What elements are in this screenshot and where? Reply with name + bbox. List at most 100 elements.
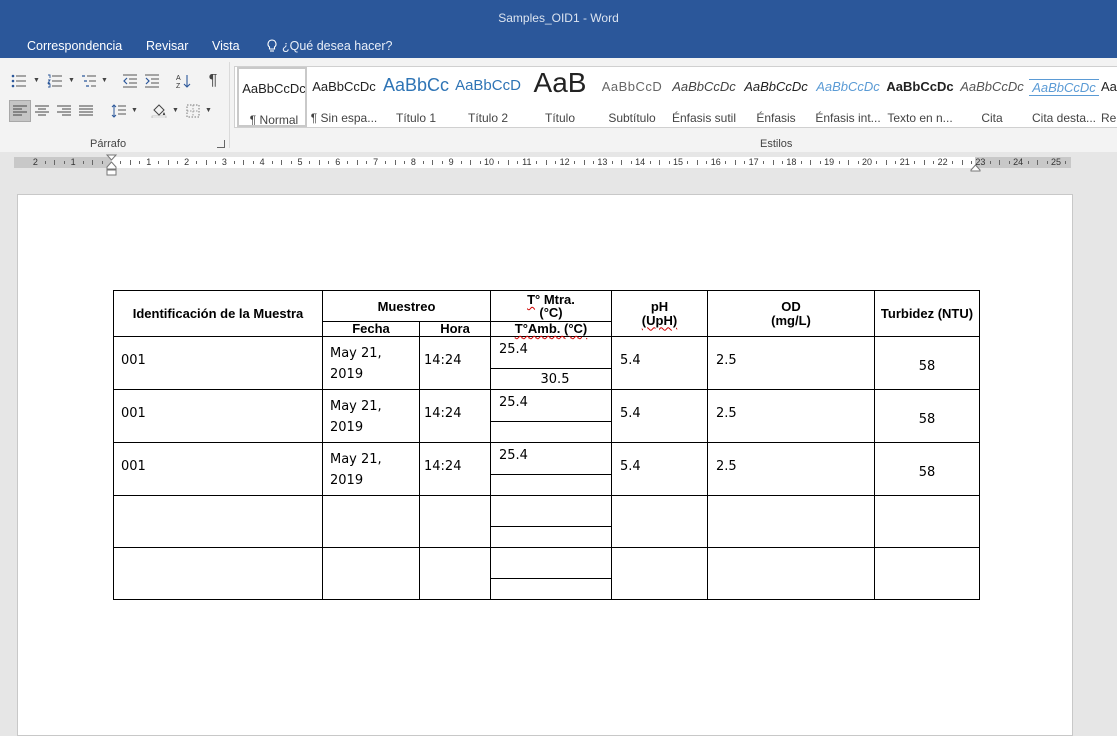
temp-muestra-cell[interactable]: 25.4 (491, 443, 611, 475)
cell-hora[interactable]: 14:24 (419, 442, 491, 496)
ruler-track: 2 1 1 2 3 4 5 6 7 8 9 10 11 12 13 14 15 16 17 18 19 20 21 22 23 2… (14, 157, 1071, 168)
right-indent-marker-icon[interactable] (970, 159, 981, 177)
style-subtitulo[interactable]: AaBbCcD Subtítulo (597, 67, 667, 127)
cell-ph[interactable]: 5.4 (611, 442, 708, 496)
style-enfasis-intenso[interactable]: AaBbCcDc Énfasis int... (813, 67, 883, 127)
horizontal-ruler[interactable]: 2 1 1 2 3 4 5 6 7 8 9 10 11 12 13 14 15 16 17 18 19 20 21 22 23 2… (0, 152, 1117, 176)
chevron-down-icon[interactable]: ▼ (131, 107, 138, 114)
cell-turbidez[interactable] (874, 547, 980, 600)
cell-hora[interactable] (419, 495, 491, 548)
temp-ambiente-cell[interactable] (491, 527, 611, 547)
ruler-tick (281, 160, 283, 165)
cell-turbidez[interactable]: 58 (874, 336, 980, 390)
header-temp-muestra[interactable]: TT° Mtra.T° Mtra. (°C) (490, 290, 612, 322)
cell-id[interactable] (113, 547, 323, 600)
decrease-indent-button[interactable] (119, 70, 141, 92)
cell-fecha[interactable] (322, 495, 420, 548)
sort-button[interactable]: AZ (172, 70, 194, 92)
chevron-down-icon[interactable]: ▼ (33, 77, 40, 84)
line-spacing-button[interactable] (108, 100, 130, 122)
chevron-down-icon[interactable]: ▼ (68, 77, 75, 84)
multilevel-list-button[interactable] (78, 70, 100, 92)
cell-od[interactable]: 2.5 (707, 442, 875, 496)
cell-ph[interactable]: 5.4 (611, 336, 708, 390)
cell-fecha[interactable]: May 21, 2019 (322, 442, 420, 496)
header-ph[interactable]: pH (UpH) (611, 290, 708, 337)
header-temp-ambiente[interactable]: T°Amb. (°C) (490, 321, 612, 337)
cell-turbidez[interactable]: 58 (874, 389, 980, 443)
style-texto-en-negrita[interactable]: AaBbCcDc Texto en n... (885, 67, 955, 127)
header-hora[interactable]: Hora (419, 321, 491, 337)
chevron-down-icon[interactable]: ▼ (205, 107, 212, 114)
cell-temperatura[interactable]: 25.4 (490, 442, 612, 496)
header-od[interactable]: OD (mg/L) (707, 290, 875, 337)
samples-table[interactable]: Identificación de la Muestra Muestreo TT… (113, 290, 980, 600)
header-turbidez[interactable]: Turbidez (NTU) (874, 290, 980, 337)
cell-od[interactable] (707, 495, 875, 548)
temp-ambiente-cell[interactable] (491, 475, 611, 495)
chevron-down-icon[interactable]: ▼ (172, 107, 179, 114)
justify-button[interactable] (75, 100, 97, 122)
numbering-button[interactable] (44, 70, 66, 92)
cell-fecha[interactable]: May 21, 2019 (322, 336, 420, 390)
cell-ph[interactable] (611, 547, 708, 600)
cell-hora[interactable]: 14:24 (419, 336, 491, 390)
style-titulo[interactable]: AaB Título (525, 67, 595, 127)
cell-ph[interactable] (611, 495, 708, 548)
increase-indent-button[interactable] (141, 70, 163, 92)
document-page[interactable]: Identificación de la Muestra Muestreo TT… (17, 194, 1073, 736)
style-titulo-2[interactable]: AaBbCcD Título 2 (453, 67, 523, 127)
cell-id[interactable] (113, 495, 323, 548)
temp-ambiente-cell[interactable]: 30.5 (491, 369, 611, 389)
temp-ambiente-cell[interactable] (491, 422, 611, 442)
style-cita[interactable]: AaBbCcDc Cita (957, 67, 1027, 127)
style-referencia[interactable]: AaBbCcDc Re (1101, 67, 1117, 127)
cell-temperatura[interactable]: 25.4 30.5 (490, 336, 612, 390)
header-fecha[interactable]: Fecha (322, 321, 420, 337)
cell-temperatura[interactable] (490, 547, 612, 600)
temp-ambiente-cell[interactable] (491, 579, 611, 599)
cell-fecha[interactable]: May 21, 2019 (322, 389, 420, 443)
bullets-button[interactable] (8, 70, 30, 92)
style-enfasis[interactable]: AaBbCcDc Énfasis (741, 67, 811, 127)
show-formatting-button[interactable]: ¶ (202, 70, 224, 92)
cell-id[interactable]: 001 (113, 336, 323, 390)
tab-vista[interactable]: Vista (212, 39, 240, 53)
cell-temperatura[interactable]: 25.4 (490, 389, 612, 443)
style-normal[interactable]: AaBbCcDc ¶ Normal (237, 67, 307, 127)
temp-muestra-cell[interactable] (491, 548, 611, 579)
cell-ph[interactable]: 5.4 (611, 389, 708, 443)
align-left-button[interactable] (9, 100, 31, 122)
cell-turbidez[interactable] (874, 495, 980, 548)
temp-muestra-cell[interactable]: 25.4 (491, 390, 611, 422)
cell-fecha[interactable] (322, 547, 420, 600)
cell-id[interactable]: 001 (113, 442, 323, 496)
tab-correspondencia[interactable]: Correspondencia (27, 39, 122, 53)
cell-id[interactable]: 001 (113, 389, 323, 443)
header-muestreo[interactable]: Muestreo (322, 290, 491, 322)
style-sin-espaciado[interactable]: AaBbCcDc ¶ Sin espa... (309, 67, 379, 127)
temp-muestra-cell[interactable] (491, 496, 611, 527)
style-cita-destacada[interactable]: AaBbCcDc Cita desta... (1029, 67, 1099, 127)
cell-hora[interactable]: 14:24 (419, 389, 491, 443)
header-identificacion[interactable]: Identificación de la Muestra (113, 290, 323, 337)
tab-revisar[interactable]: Revisar (146, 39, 188, 53)
first-line-indent-marker-icon[interactable] (105, 154, 118, 181)
shading-button[interactable] (148, 100, 170, 122)
ruler-number: 2 (184, 157, 190, 167)
temp-muestra-cell[interactable]: 25.4 (491, 337, 611, 369)
cell-od[interactable]: 2.5 (707, 336, 875, 390)
chevron-down-icon[interactable]: ▼ (101, 77, 108, 84)
style-titulo-1[interactable]: AaBbCc Título 1 (381, 67, 451, 127)
borders-button[interactable] (182, 100, 204, 122)
align-right-button[interactable] (53, 100, 75, 122)
tell-me-box[interactable]: ¿Qué desea hacer? (266, 39, 393, 53)
cell-od[interactable]: 2.5 (707, 389, 875, 443)
style-enfasis-sutil[interactable]: AaBbCcDc Énfasis sutil (669, 67, 739, 127)
cell-temperatura[interactable] (490, 495, 612, 548)
cell-hora[interactable] (419, 547, 491, 600)
align-center-button[interactable] (31, 100, 53, 122)
cell-turbidez[interactable]: 58 (874, 442, 980, 496)
paragraph-dialog-launcher-icon[interactable] (217, 140, 225, 148)
cell-od[interactable] (707, 547, 875, 600)
